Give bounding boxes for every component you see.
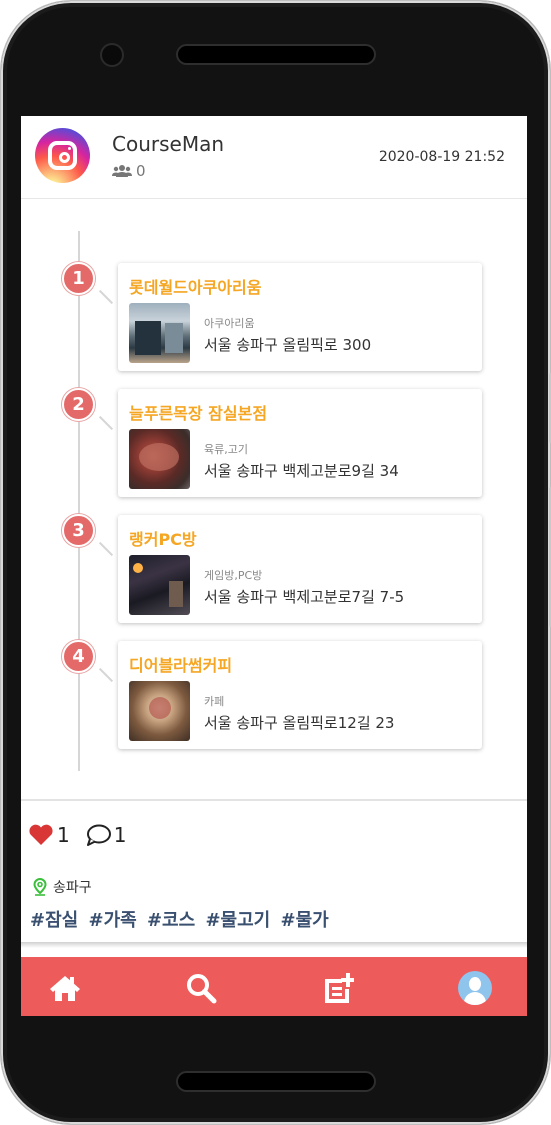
section-divider	[21, 799, 527, 801]
hashtag[interactable]: #잠실	[30, 910, 78, 931]
timeline-connector	[98, 541, 114, 557]
profile-avatar-icon	[458, 971, 492, 1005]
app-screen: CourseMan 0 2020-08-19 21:52 1 롯데월드아쿠아리움	[21, 116, 527, 1016]
place-thumbnail	[129, 681, 190, 741]
place-card[interactable]: 디어블라썸커피 카페 서울 송파구 올림픽로12길 23	[118, 641, 482, 749]
follower-count: 0	[112, 162, 146, 180]
nav-search[interactable]	[184, 971, 218, 1005]
map-marker-icon	[33, 878, 47, 896]
front-camera	[102, 45, 122, 65]
nav-home[interactable]	[48, 971, 82, 1005]
stop-number: 1	[62, 262, 95, 295]
hashtag[interactable]: #코스	[147, 910, 195, 931]
place-thumbnail	[129, 303, 190, 363]
place-thumbnail	[129, 429, 190, 489]
place-category: 카페	[204, 695, 225, 708]
hashtags: #잠실 #가족 #코스 #물고기 #물가	[30, 906, 333, 932]
course-timeline: 1 롯데월드아쿠아리움 아쿠아리움 서울 송파구 올림픽로 300 2 늘푸른목…	[21, 200, 527, 800]
place-title[interactable]: 디어블라썸커피	[129, 652, 232, 676]
instagram-logo-icon[interactable]	[35, 128, 90, 183]
users-icon	[112, 165, 132, 177]
post-actions: 1 1	[28, 823, 126, 847]
top-speaker	[178, 46, 374, 63]
comment-icon[interactable]	[86, 824, 112, 846]
content-edge-shadow	[21, 942, 527, 948]
search-icon	[187, 974, 217, 1004]
post-date: 2020-08-19 21:52	[378, 149, 505, 165]
place-title[interactable]: 랭커PC방	[129, 526, 197, 550]
place-category: 아쿠아리움	[204, 317, 255, 330]
home-icon	[50, 976, 80, 1001]
place-address: 서울 송파구 올림픽로 300	[204, 336, 372, 354]
username[interactable]: CourseMan	[112, 132, 224, 156]
place-address: 서울 송파구 올림픽로12길 23	[204, 714, 395, 732]
place-address: 서울 송파구 백제고분로7길 7-5	[204, 588, 405, 606]
post-location[interactable]: 송파구	[33, 877, 92, 897]
bottom-nav	[21, 957, 527, 1016]
stop-number: 3	[62, 514, 95, 547]
place-thumbnail	[129, 555, 190, 615]
heart-icon[interactable]	[28, 824, 54, 846]
follower-count-value: 0	[136, 162, 146, 180]
nav-profile[interactable]	[458, 971, 492, 1005]
place-category: 육류,고기	[204, 443, 248, 456]
like-count: 1	[57, 823, 70, 847]
bottom-speaker	[178, 1073, 374, 1090]
timeline-connector	[98, 415, 114, 431]
timeline-line	[78, 231, 80, 771]
post-header: CourseMan 0 2020-08-19 21:52	[21, 116, 527, 199]
hashtag[interactable]: #가족	[88, 910, 136, 931]
stop-number: 4	[62, 640, 95, 673]
place-address: 서울 송파구 백제고분로9길 34	[204, 462, 399, 480]
place-category: 게임방,PC방	[204, 569, 263, 582]
new-post-icon	[325, 973, 354, 1003]
timeline-connector	[98, 289, 114, 305]
place-card[interactable]: 랭커PC방 게임방,PC방 서울 송파구 백제고분로7길 7-5	[118, 515, 482, 623]
hashtag[interactable]: #물고기	[205, 910, 270, 931]
place-card[interactable]: 늘푸른목장 잠실본점 육류,고기 서울 송파구 백제고분로9길 34	[118, 389, 482, 497]
comment-count: 1	[113, 823, 127, 847]
place-card[interactable]: 롯데월드아쿠아리움 아쿠아리움 서울 송파구 올림픽로 300	[118, 263, 482, 371]
stop-number: 2	[62, 388, 95, 421]
nav-new-post[interactable]	[321, 971, 355, 1005]
place-title[interactable]: 롯데월드아쿠아리움	[129, 274, 261, 298]
timeline-connector	[98, 667, 114, 683]
location-label: 송파구	[53, 880, 92, 896]
place-title[interactable]: 늘푸른목장 잠실본점	[129, 400, 267, 424]
hashtag[interactable]: #물가	[281, 910, 329, 931]
